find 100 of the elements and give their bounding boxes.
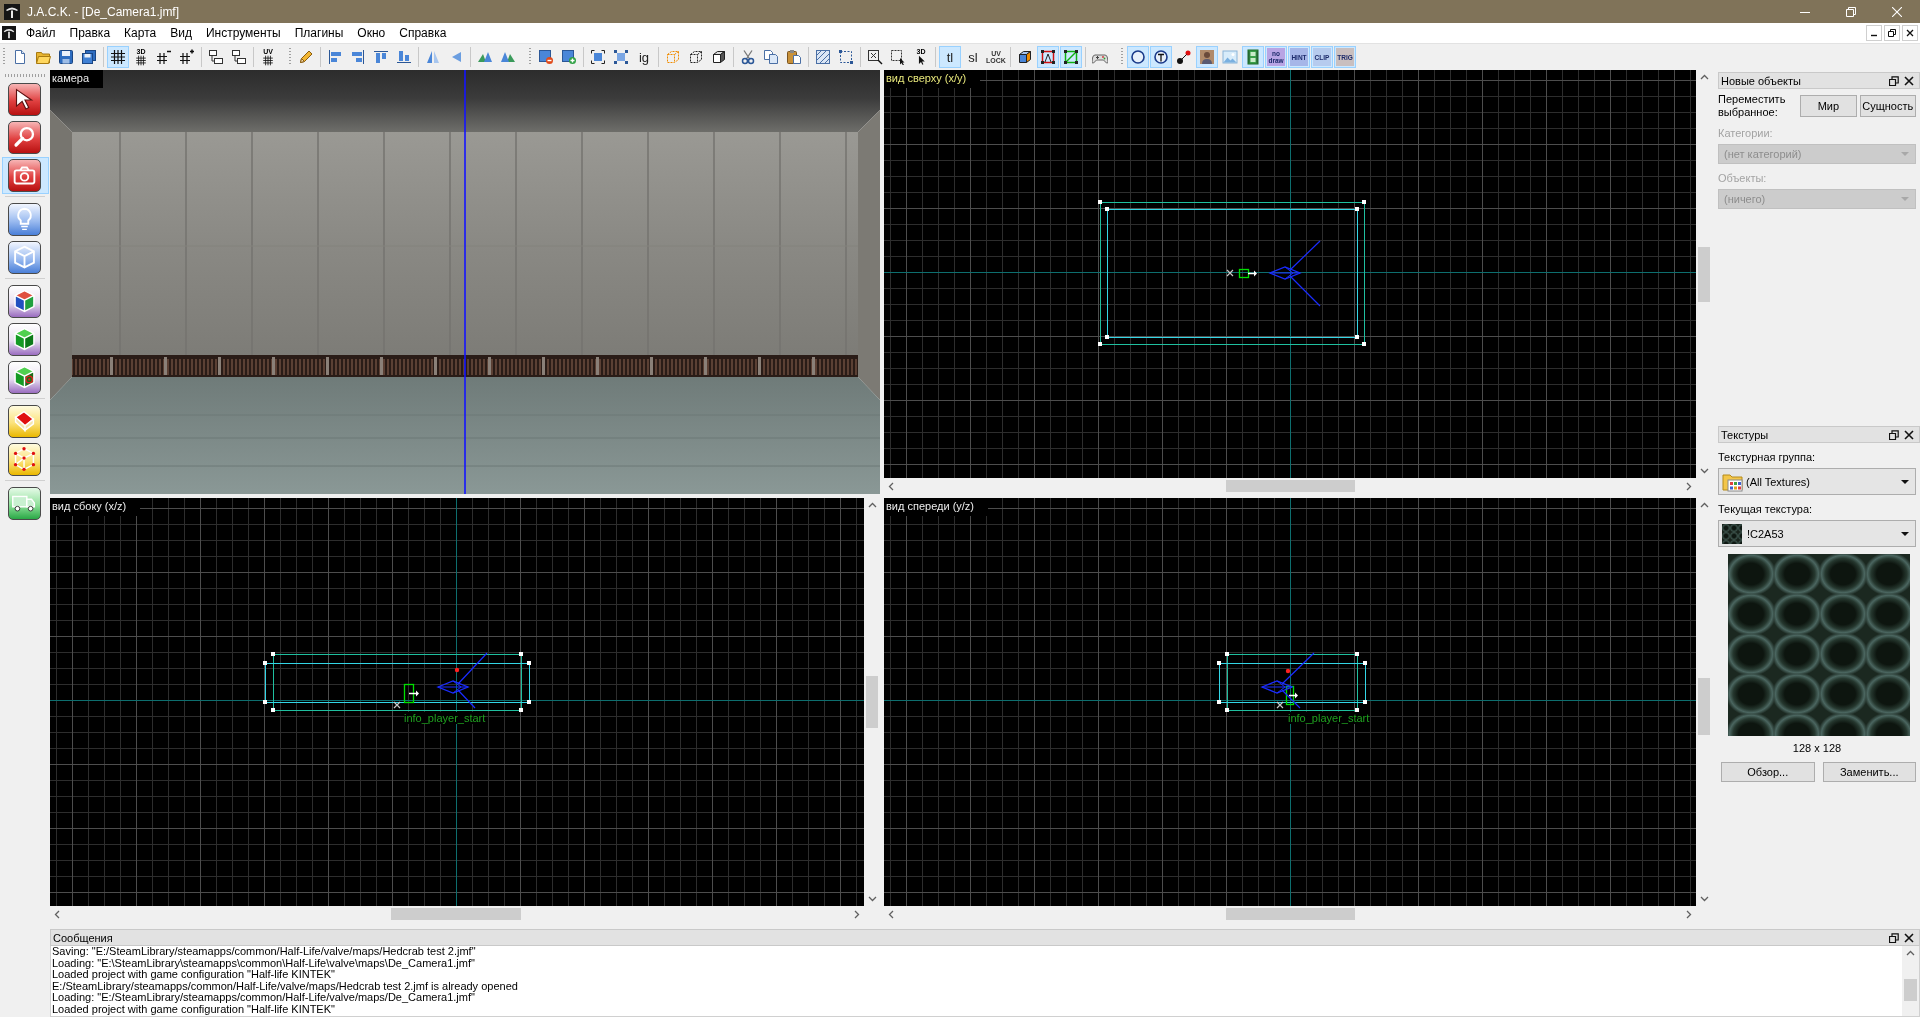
scrollbar-thumb[interactable] — [1698, 247, 1710, 302]
brush-outline[interactable] — [1217, 652, 1367, 712]
brush-outline[interactable] — [263, 652, 531, 712]
dropdown[interactable]: (All Textures) — [1718, 468, 1916, 495]
player-start-marker[interactable] — [1285, 685, 1298, 706]
minimize-button[interactable] — [1866, 25, 1882, 41]
scrollbar-thumb[interactable] — [391, 908, 521, 920]
field-label: Категории: — [1718, 127, 1774, 140]
toolbar-button[interactable]: sl — [962, 46, 984, 68]
restore-icon[interactable] — [1889, 75, 1899, 86]
square-minus-icon — [538, 49, 554, 65]
menu-item[interactable]: Справка — [392, 23, 454, 43]
toolbar-button[interactable] — [107, 46, 129, 68]
menu-item[interactable]: Плагины — [287, 23, 351, 43]
align-top-icon — [373, 49, 389, 65]
menu-item[interactable]: Окно — [350, 23, 393, 43]
close-icon[interactable] — [1904, 932, 1914, 943]
linked-boxes-icon — [231, 49, 247, 65]
close-icon[interactable] — [1904, 429, 1914, 440]
panel-button[interactable]: Заменить... — [1822, 762, 1916, 782]
panel-button[interactable]: Мир — [1800, 95, 1857, 117]
caret-icon — [1901, 479, 1909, 484]
document-app-icon — [2, 26, 16, 40]
close-icon[interactable] — [1904, 75, 1914, 86]
dashed-cube-icon — [665, 49, 681, 65]
align-bottom-icon — [396, 49, 412, 65]
scrollbar-thumb[interactable] — [1226, 908, 1355, 920]
menu-item[interactable]: Правка — [62, 23, 118, 43]
chevron-left-icon[interactable] — [53, 909, 62, 919]
brush-outline[interactable] — [1098, 200, 1366, 346]
toolbar-button[interactable]: tl — [939, 46, 961, 68]
chevron-left-icon[interactable] — [887, 481, 896, 491]
scrollbar-thumb[interactable] — [1698, 678, 1710, 735]
linked-boxes-icon — [208, 49, 224, 65]
menu-item[interactable]: Карта — [117, 23, 164, 43]
dropdown[interactable]: !C2A53 — [1718, 520, 1916, 547]
toolbar-button[interactable] — [1150, 46, 1172, 68]
camera-marker[interactable] — [1260, 652, 1315, 709]
grid-plus-icon — [179, 49, 195, 65]
chevron-up-icon[interactable] — [1699, 501, 1709, 510]
log-line: Loading: "E:\SteamLibrary\steamapps\common\Half-Life\valve\maps\De_Camera1.jmf" — [52, 957, 475, 970]
shaded-cube-icon — [1017, 49, 1033, 65]
selection-dots-icon — [613, 49, 629, 65]
target-cube-icon — [8, 361, 41, 394]
pencil-icon — [298, 49, 314, 65]
wireframe-cube-icon — [8, 443, 41, 476]
chevron-right-icon[interactable] — [852, 909, 861, 919]
toolbar-button[interactable] — [1060, 46, 1082, 68]
chevron-down-icon[interactable] — [1699, 894, 1709, 903]
grid-icon — [262, 55, 274, 66]
chevron-right-icon[interactable] — [1684, 481, 1693, 491]
toolbar-button[interactable] — [1196, 46, 1218, 68]
toolbar-button[interactable] — [1127, 46, 1149, 68]
restore-icon — [1846, 6, 1856, 17]
chevron-up-icon[interactable] — [1906, 949, 1915, 958]
toolbar-button[interactable]: ig — [633, 46, 655, 68]
chevron-left-icon[interactable] — [887, 909, 896, 919]
scrollbar-thumb[interactable] — [866, 676, 878, 728]
chevron-down-icon[interactable] — [867, 894, 877, 903]
chevron-up-icon[interactable] — [867, 501, 877, 510]
field-label: Текстурная группа: — [1718, 451, 1817, 464]
scrollbar-thumb[interactable] — [1226, 480, 1355, 492]
tool-button[interactable] — [2, 157, 49, 194]
mirror-triangles-icon — [425, 49, 441, 65]
field-label: Объекты: — [1718, 172, 1768, 185]
scrollbar-thumb[interactable] — [1904, 979, 1917, 1001]
restore-icon — [1888, 29, 1896, 37]
x-mark-icon — [393, 701, 401, 709]
panel-button[interactable]: Обзор... — [1721, 762, 1815, 782]
camera-marker[interactable] — [1268, 240, 1321, 307]
camera-icon — [8, 159, 41, 192]
menu-item[interactable]: Файл — [19, 23, 63, 43]
toolbar-button[interactable] — [1037, 46, 1059, 68]
close-icon — [1892, 6, 1902, 17]
magnifier-icon — [8, 121, 41, 154]
grid-viewport[interactable]: info_player_start вид спереди (y/z) — [884, 498, 1696, 906]
restore-icon[interactable] — [1889, 932, 1899, 943]
menu-item[interactable]: Вид — [163, 23, 199, 43]
toolbar-grip[interactable] — [5, 74, 45, 77]
menu-item[interactable]: Инструменты — [198, 23, 288, 43]
chevron-down-icon[interactable] — [1699, 466, 1709, 475]
landscape-icon — [1222, 49, 1238, 65]
player-start-marker[interactable] — [403, 683, 419, 704]
selection-corners-icon — [590, 49, 606, 65]
chevron-up-icon[interactable] — [1699, 73, 1709, 82]
restore-icon[interactable] — [1889, 429, 1899, 440]
log-line: Loading: "E:/SteamLibrary/steamapps/common/Half-Life/valve/maps/De_Camera1.jmf" — [52, 992, 475, 1004]
app-icon — [4, 3, 20, 20]
player-start-marker[interactable] — [1238, 268, 1257, 279]
vertical-scrollbar[interactable] — [1902, 946, 1919, 1016]
chevron-right-icon[interactable] — [1684, 909, 1693, 919]
grid-viewport[interactable]: info_player_start вид сбоку (x/z) — [50, 498, 864, 906]
restore-button[interactable] — [1884, 25, 1900, 41]
close-button[interactable] — [1902, 25, 1918, 41]
outline-cube-icon — [688, 49, 704, 65]
grid-viewport[interactable]: вид сверху (x/y) — [884, 70, 1696, 478]
panel-button[interactable]: Сущность — [1859, 95, 1916, 117]
log-line: Loaded project with game configuration "Half-life KINTEK" — [52, 1003, 335, 1016]
camera-marker[interactable] — [436, 652, 488, 709]
align-left-icon — [327, 49, 343, 65]
